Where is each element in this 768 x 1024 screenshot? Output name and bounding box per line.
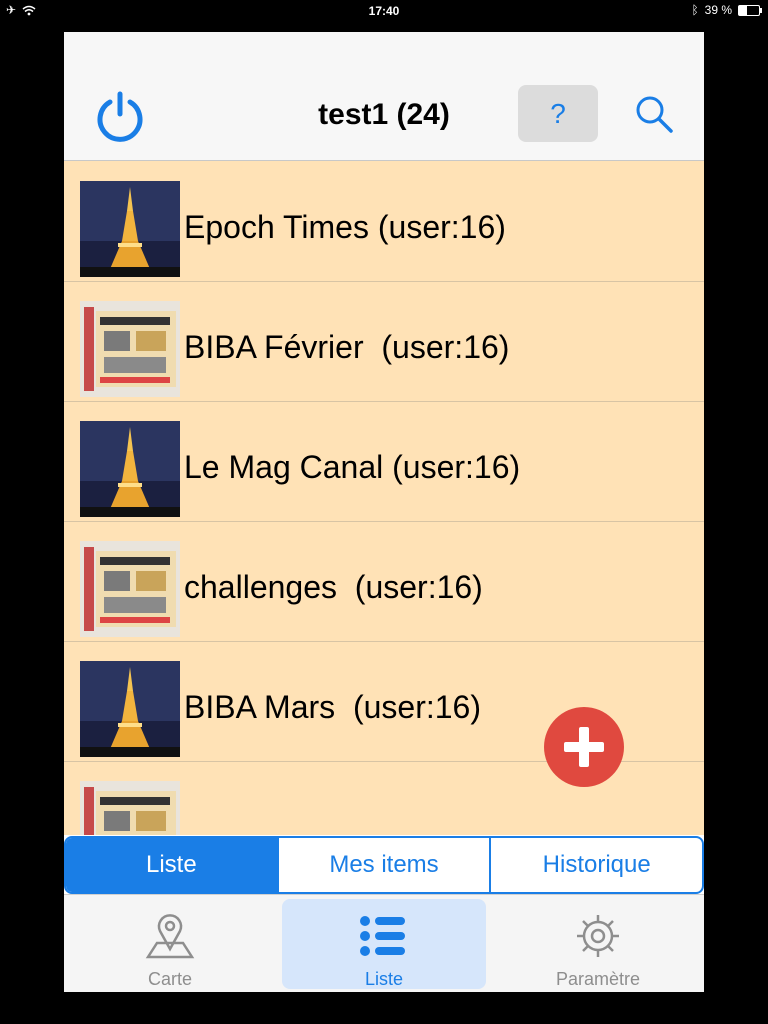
- item-title: BIBA Février (user:16): [184, 329, 510, 365]
- add-button[interactable]: [544, 707, 624, 787]
- magazine-thumbnail: [80, 541, 180, 637]
- help-button[interactable]: ?: [518, 85, 598, 142]
- item-title: Epoch Times (user:16): [184, 209, 506, 245]
- tab-parametre[interactable]: Paramètre: [496, 899, 700, 989]
- tab-carte[interactable]: Carte: [68, 899, 272, 989]
- eiffel-tower-thumbnail: [80, 181, 180, 277]
- segment-liste[interactable]: Liste: [66, 838, 279, 892]
- list-item[interactable]: Le Mag Canal (user:16): [64, 401, 704, 522]
- tab-label: Liste: [364, 969, 404, 989]
- bluetooth-icon: ᛒ: [691, 3, 699, 17]
- item-title: challenges (user:16): [184, 569, 483, 605]
- list-icon: [359, 913, 409, 959]
- tab-liste[interactable]: Liste: [282, 899, 486, 989]
- list-item[interactable]: challenges (user:16): [64, 521, 704, 642]
- eiffel-tower-thumbnail: [80, 661, 180, 757]
- magazine-thumbnail: [80, 301, 180, 397]
- app-window: test1 (24) ? Epoch Times (user:16) BIBA …: [64, 32, 704, 992]
- search-icon: [636, 96, 673, 133]
- search-button[interactable]: [634, 94, 674, 134]
- map-pin-icon: [145, 913, 195, 959]
- item-title: Le Mag Canal (user:16): [184, 449, 521, 485]
- item-title: BIBA Mars (user:16): [184, 689, 481, 725]
- tab-label: Carte: [147, 969, 192, 989]
- magazine-thumbnail: [80, 781, 180, 835]
- segmented-control: Liste Mes items Historique: [64, 836, 704, 894]
- battery-icon: [738, 4, 762, 16]
- navigation-bar: test1 (24) ?: [64, 32, 704, 161]
- tab-label: Paramètre: [555, 969, 641, 989]
- list-item[interactable]: BIBA Février (user:16): [64, 281, 704, 402]
- segment-mes-items[interactable]: Mes items: [279, 838, 492, 892]
- status-time: 17:40: [368, 4, 400, 18]
- segment-historique[interactable]: Historique: [491, 838, 702, 892]
- status-bar: ✈ 17:40 ᛒ 39 %: [0, 0, 768, 22]
- eiffel-tower-thumbnail: [80, 421, 180, 517]
- gear-icon: [573, 913, 623, 959]
- battery-percent: 39 %: [704, 3, 732, 17]
- tab-bar: Carte Liste Paramètre: [64, 894, 704, 992]
- list-item[interactable]: Epoch Times (user:16): [64, 161, 704, 282]
- page-title: test1 (24): [318, 98, 450, 131]
